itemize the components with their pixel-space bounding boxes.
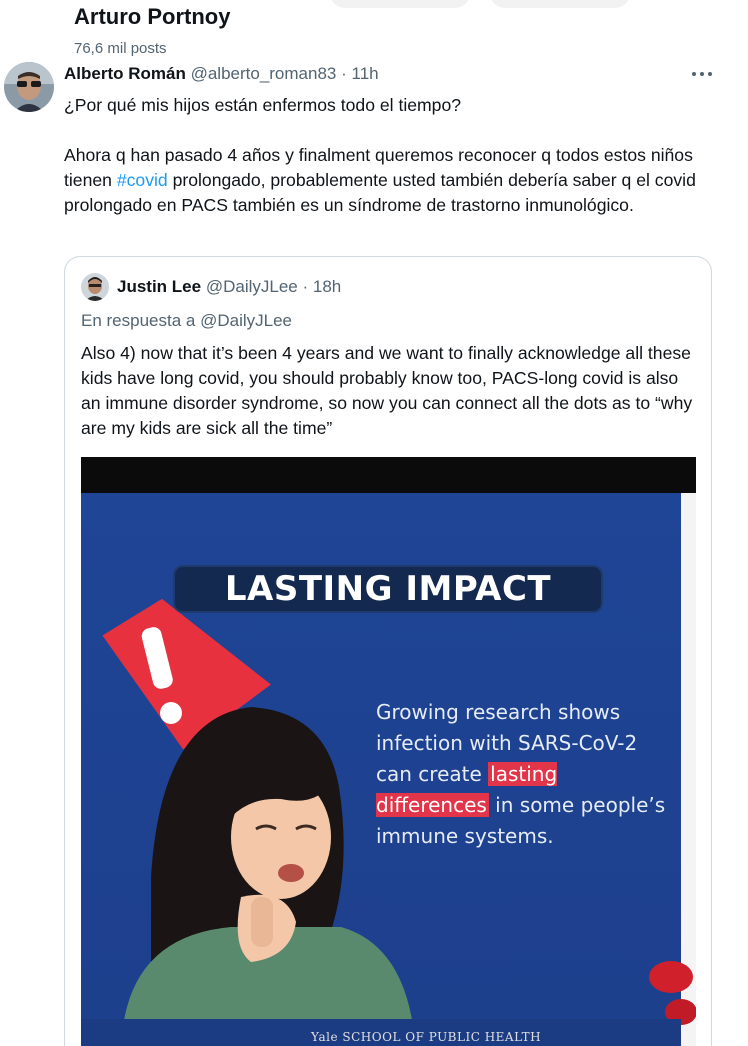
dot-separator: · (302, 277, 309, 296)
quoted-author-handle: @DailyJLee (205, 277, 298, 296)
quoted-media-image[interactable]: LASTING IMPACT Growing research shows in… (81, 457, 696, 1046)
author-avatar[interactable] (4, 62, 54, 112)
tweet-line-1: ¿Por qué mis hijos están enfermos todo e… (64, 95, 462, 115)
tweet-body: ¿Por qué mis hijos están enfermos todo e… (64, 93, 724, 218)
infographic-body-text: Growing research shows infection with SA… (376, 697, 676, 852)
quoted-author-line: Justin Lee @DailyJLee · 18h (117, 277, 341, 297)
quoted-author-name: Justin Lee (117, 277, 202, 296)
post-count: 76,6 mil posts (74, 40, 167, 57)
header-ghost-shape (490, 0, 630, 8)
reply-handle: @DailyJLee (200, 311, 292, 330)
quoted-author-avatar (81, 273, 109, 301)
author-name[interactable]: Alberto Román (64, 64, 186, 83)
tweet-time[interactable]: 11h (352, 64, 379, 83)
tweet-author-line: Alberto Román @alberto_roman83 · 11h (64, 64, 379, 84)
profile-title[interactable]: Arturo Portnoy (74, 4, 230, 30)
yale-logo-text: Yale SCHOOL OF PUBLIC HEALTH (311, 1030, 542, 1044)
dot-separator: · (341, 64, 347, 83)
more-horizontal-icon[interactable] (690, 62, 714, 86)
reply-prefix: En respuesta a (81, 311, 196, 330)
author-handle[interactable]: @alberto_roman83 (191, 64, 337, 83)
tweet-paragraph: Ahora q han pasado 4 años y finalment qu… (64, 143, 724, 218)
quoted-tweet-text: Also 4) now that it’s been 4 years and w… (81, 343, 693, 438)
quoted-tweet-card[interactable]: Justin Lee @DailyJLee · 18h En respuesta… (64, 256, 712, 1046)
header-ghost-shape (330, 0, 470, 8)
reply-context: En respuesta a @DailyJLee (81, 311, 292, 331)
quoted-time: 18h (312, 277, 342, 296)
hashtag-link[interactable]: #covid (117, 170, 168, 190)
infographic-headline: LASTING IMPACT (173, 565, 603, 613)
profile-header: Arturo Portnoy 76,6 mil posts (0, 0, 748, 60)
